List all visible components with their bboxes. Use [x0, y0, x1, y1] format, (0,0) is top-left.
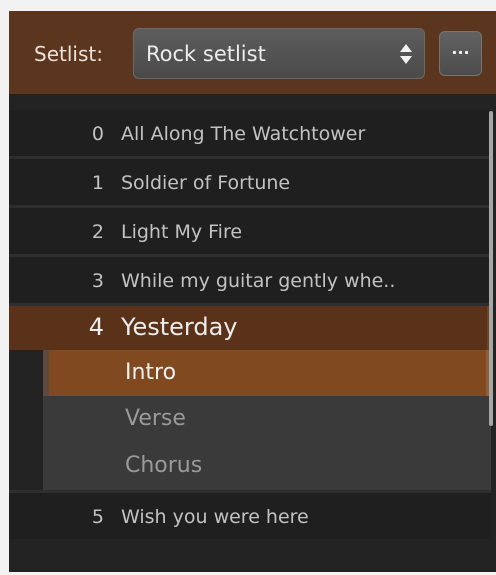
song-row[interactable]: 2 Light My Fire: [9, 208, 491, 257]
song-row[interactable]: 1 Soldier of Fortune: [9, 159, 491, 208]
part-label: Chorus: [125, 453, 203, 478]
part-item[interactable]: Chorus: [43, 443, 491, 490]
song-list: 0 All Along The Watchtower 1 Soldier of …: [9, 110, 491, 539]
song-title: While my guitar gently whe..: [121, 270, 396, 292]
scrollbar[interactable]: [489, 111, 493, 426]
song-row[interactable]: 5 Wish you were here: [9, 490, 491, 539]
song-title: Yesterday: [121, 313, 238, 341]
setlist-header: Setlist: Rock setlist ···: [9, 11, 496, 94]
more-options-button[interactable]: ···: [439, 31, 482, 76]
select-arrows-icon: [400, 44, 412, 64]
song-title: Light My Fire: [121, 221, 243, 243]
song-title: All Along The Watchtower: [121, 123, 366, 145]
song-number: 4: [88, 313, 104, 341]
more-icon: ···: [451, 43, 470, 62]
setlist-select-value: Rock setlist: [146, 42, 266, 66]
setlist-select[interactable]: Rock setlist: [133, 28, 425, 79]
song-row[interactable]: 3 While my guitar gently whe..: [9, 257, 491, 306]
song-parts: Intro Verse Chorus: [43, 350, 491, 490]
song-title: Wish you were here: [121, 506, 309, 528]
setlist-label: Setlist:: [34, 42, 103, 66]
song-row-selected[interactable]: 4 Yesterday: [9, 306, 491, 350]
song-number: 1: [91, 172, 104, 194]
song-row[interactable]: 0 All Along The Watchtower: [9, 110, 491, 159]
part-item-active[interactable]: Intro: [43, 350, 491, 396]
song-title: Soldier of Fortune: [121, 172, 291, 194]
song-number: 5: [91, 506, 104, 528]
part-label: Verse: [125, 406, 186, 431]
part-item[interactable]: Verse: [43, 396, 491, 443]
setlist-panel: Setlist: Rock setlist ··· 0 All Along Th…: [9, 11, 496, 572]
song-number: 3: [91, 270, 104, 292]
part-label: Intro: [125, 360, 177, 385]
song-number: 2: [91, 221, 104, 243]
song-number: 0: [91, 123, 104, 145]
